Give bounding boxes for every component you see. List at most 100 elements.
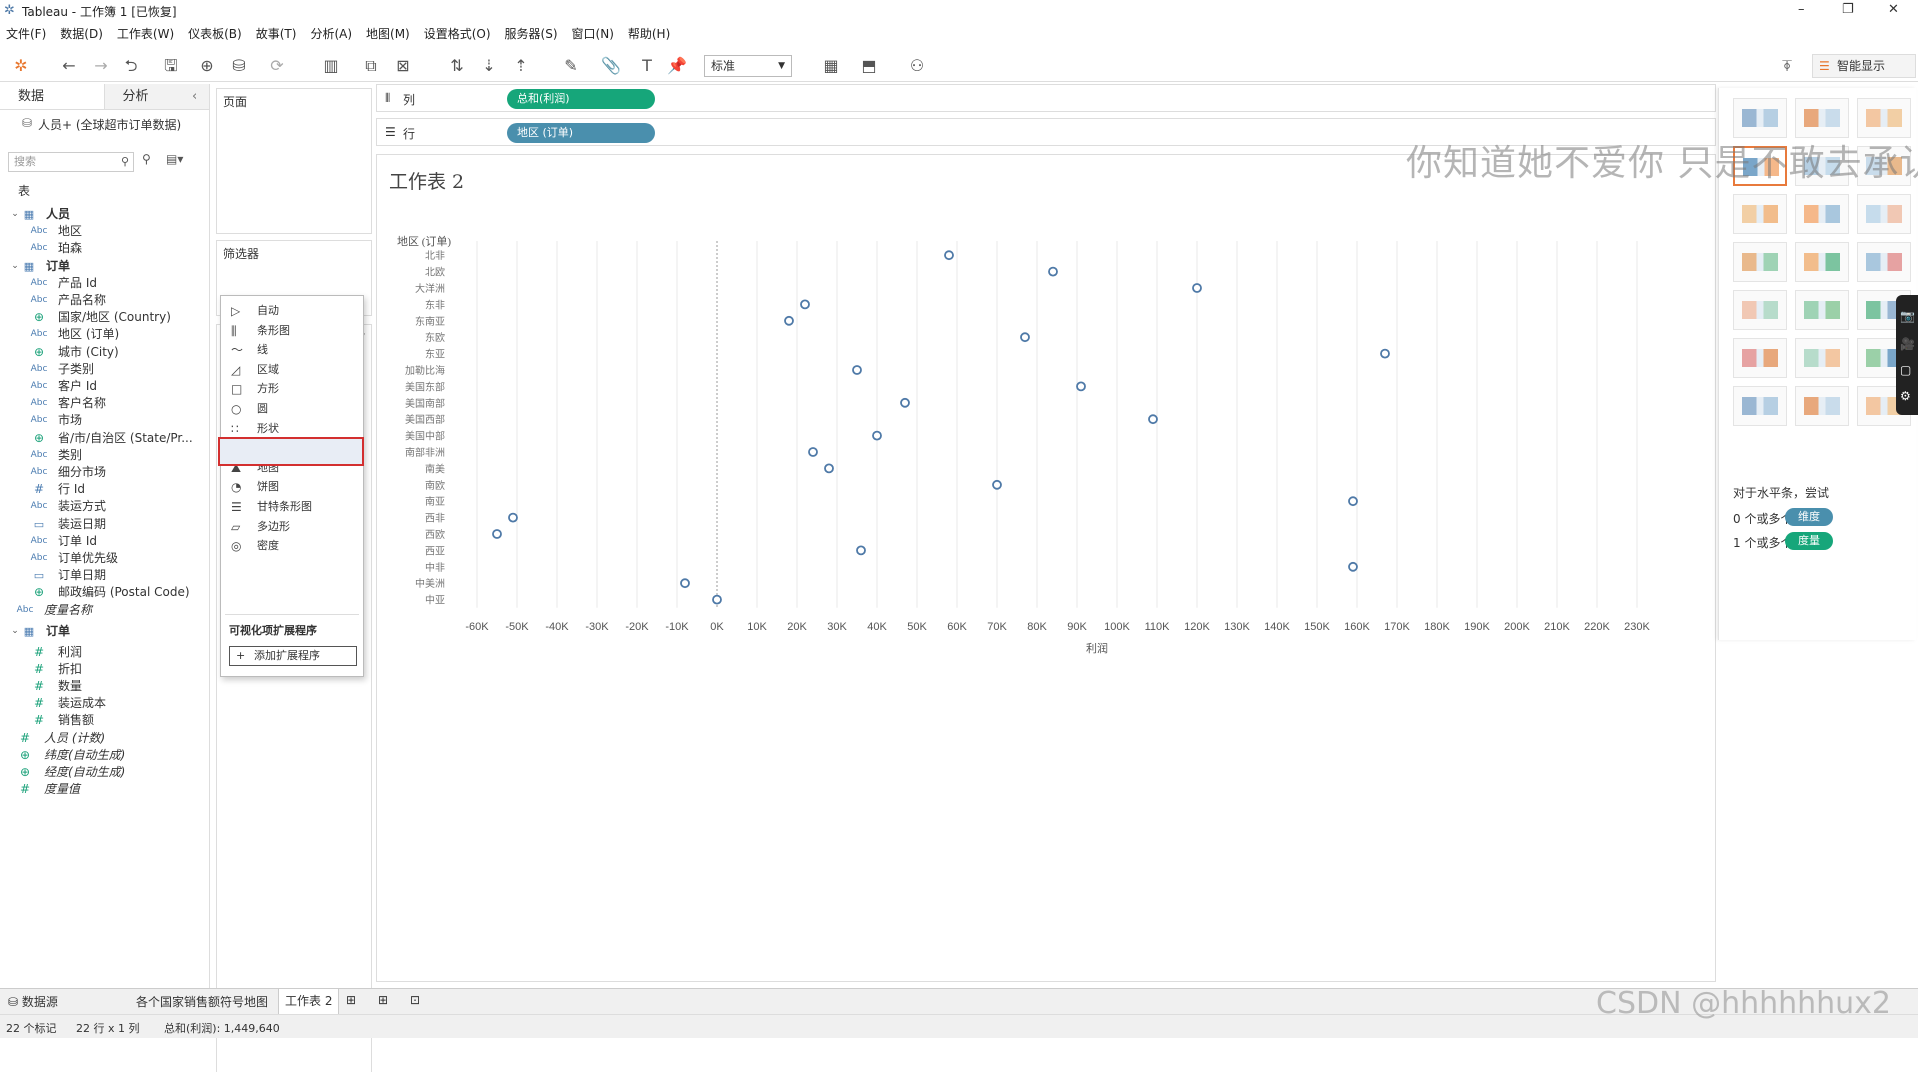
datasource-item[interactable]: ⛁ 人员+ (全球超市订单数据) — [0, 110, 209, 134]
show-me-chart-thumbnail[interactable] — [1795, 194, 1849, 234]
refresh-icon[interactable]: ⟳ — [266, 55, 288, 77]
y-tick-label: 东南亚 — [415, 315, 445, 328]
rows-icon: ☰ — [385, 125, 396, 139]
menu-story[interactable]: 故事(T) — [256, 25, 297, 42]
video-icon[interactable]: 🎥 — [1900, 337, 1915, 351]
thumbnail-graphic — [1804, 253, 1840, 271]
tab-data[interactable]: 数据 — [0, 84, 105, 109]
show-me-chart-thumbnail[interactable] — [1795, 242, 1849, 282]
y-tick-label: 西亚 — [425, 546, 445, 557]
field-item[interactable]: # 度量值 — [0, 779, 210, 800]
menu-worksheet[interactable]: 工作表(W) — [117, 25, 174, 42]
new-story-tab-icon[interactable]: ⊡ — [410, 993, 420, 1007]
x-tick-label: 210K — [1544, 621, 1570, 633]
menu-window[interactable]: 窗口(N) — [572, 25, 614, 42]
rows-pill[interactable]: 地区 (订单) — [507, 123, 655, 143]
datasource-tab[interactable]: ⛁ 数据源 — [8, 993, 58, 1010]
show-me-chart-thumbnail[interactable] — [1857, 98, 1911, 138]
pause-updates-icon[interactable]: ⛁ — [228, 55, 250, 77]
show-me-chart-thumbnail[interactable] — [1733, 338, 1787, 378]
thumbnail-graphic — [1804, 301, 1840, 319]
filter-icon[interactable]: ⚲ — [142, 152, 151, 166]
columns-label: 列 — [403, 93, 416, 107]
tab-sheet-2[interactable]: 工作表 2 — [278, 989, 340, 1014]
pin-icon[interactable]: 📌 — [666, 55, 688, 77]
number-field-icon: # — [19, 782, 31, 797]
new-dashboard-tab-icon[interactable]: ⊞ — [378, 993, 388, 1007]
menu-map[interactable]: 地图(M) — [366, 25, 410, 42]
menu-dashboard[interactable]: 仪表板(B) — [188, 25, 242, 42]
worksheet-view: 工作表 2 -60K -50K -40K -30K -20K -10K 0K 10K 20K 30… — [376, 154, 1716, 982]
undo-icon[interactable]: ← — [58, 55, 80, 77]
search-input[interactable]: 搜索 ⚲ — [8, 152, 134, 172]
swap-icon[interactable]: ⇅ — [446, 55, 468, 77]
columns-pill[interactable]: 总和(利润) — [507, 89, 655, 109]
highlight-icon[interactable]: ✎ — [560, 55, 582, 77]
pages-card[interactable]: 页面 — [216, 88, 372, 234]
sort-asc-icon[interactable]: ⇣ — [478, 55, 500, 77]
tableau-home-icon[interactable]: ✲ — [10, 55, 32, 77]
window-icon[interactable]: ▢ — [1900, 363, 1911, 377]
menu-file[interactable]: 文件(F) — [6, 25, 46, 42]
menu-analysis[interactable]: 分析(A) — [310, 25, 352, 42]
columns-icon: ⦀ — [385, 91, 391, 105]
group-icon[interactable]: 📎 — [600, 55, 622, 77]
show-me-chart-thumbnail[interactable] — [1733, 194, 1787, 234]
add-extension-button[interactable]: + 添加扩展程序 — [229, 646, 357, 666]
show-me-chart-thumbnail[interactable] — [1795, 338, 1849, 378]
show-cards-icon[interactable]: ▦ — [820, 55, 842, 77]
columns-shelf[interactable]: ⦀ 列 总和(利润) — [376, 84, 1716, 112]
field-item[interactable]: ⌄ ▦ 订单 — [0, 621, 210, 642]
tooltip-icon[interactable]: ⍕ — [1776, 55, 1798, 77]
table-icon: ▦ — [23, 624, 35, 638]
settings-icon[interactable]: ⚙ — [1900, 389, 1911, 403]
new-worksheet-icon[interactable]: ▥ — [320, 55, 342, 77]
show-me-chart-thumbnail[interactable] — [1733, 290, 1787, 330]
share-icon[interactable]: ⚇ — [906, 55, 928, 77]
show-me-chart-thumbnail[interactable] — [1733, 98, 1787, 138]
new-datasource-icon[interactable]: ⊕ — [196, 55, 218, 77]
thumbnail-graphic — [1866, 205, 1902, 223]
duplicate-icon[interactable]: ⧉ — [360, 55, 382, 77]
x-tick-label: -30K — [585, 621, 609, 633]
menu-server[interactable]: 服务器(S) — [505, 25, 558, 42]
tab-analysis[interactable]: 分析 ‹ — [104, 84, 209, 109]
sort-desc-icon[interactable]: ⇡ — [510, 55, 532, 77]
show-me-chart-thumbnail[interactable] — [1857, 194, 1911, 234]
show-me-chart-thumbnail[interactable] — [1795, 386, 1849, 426]
save-icon[interactable]: 🖫 — [160, 55, 182, 77]
show-me-chart-thumbnail[interactable] — [1733, 386, 1787, 426]
show-me-chart-thumbnail[interactable] — [1795, 98, 1849, 138]
y-tick-label: 南亚 — [425, 495, 445, 508]
show-me-chart-thumbnail[interactable] — [1857, 242, 1911, 282]
show-me-button[interactable]: ☰ 智能显示 — [1812, 54, 1916, 78]
maximize-button[interactable]: ❐ — [1842, 2, 1854, 17]
new-worksheet-tab-icon[interactable]: ⊞ — [346, 993, 356, 1007]
redo-icon[interactable]: → — [90, 55, 112, 77]
menu-data[interactable]: 数据(D) — [60, 25, 103, 42]
mark-type-option-label: 甘特条形图 — [257, 500, 312, 513]
mark-type-option[interactable]: ◎ 密度 — [221, 535, 363, 557]
camera-icon[interactable]: 📷 — [1900, 309, 1915, 323]
replay-icon[interactable]: ⮌ — [120, 55, 142, 77]
y-tick-label: 东欧 — [425, 331, 445, 344]
thumbnail-graphic — [1742, 397, 1778, 415]
field-label: 度量值 — [44, 782, 81, 797]
data-pane: 数据 分析 ‹ ⛁ 人员+ (全球超市订单数据) 搜索 ⚲ ⚲ ▤▾ 表 ⌄ ▦ 人员 Ab… — [0, 84, 210, 988]
scatter-point — [680, 578, 690, 589]
mark-type-selection-highlight — [218, 437, 364, 466]
clear-sheet-icon[interactable]: ⊠ — [392, 55, 414, 77]
field-item[interactable]: Abc 度量名称 — [0, 600, 210, 621]
x-tick-label: -50K — [505, 621, 529, 633]
view-options-icon[interactable]: ▤▾ — [166, 152, 183, 166]
tab-sheet-map[interactable]: 各个国家销售额符号地图 — [136, 993, 268, 1010]
show-me-chart-thumbnail[interactable] — [1733, 242, 1787, 282]
minimize-button[interactable]: – — [1798, 2, 1805, 17]
presentation-icon[interactable]: ⬒ — [858, 55, 880, 77]
labels-icon[interactable]: T — [636, 55, 658, 77]
fit-select[interactable]: 标准 ▼ — [704, 55, 792, 77]
menu-format[interactable]: 设置格式(O) — [424, 25, 491, 42]
show-me-chart-thumbnail[interactable] — [1795, 290, 1849, 330]
menu-help[interactable]: 帮助(H) — [628, 25, 670, 42]
close-button[interactable]: ✕ — [1888, 2, 1899, 17]
